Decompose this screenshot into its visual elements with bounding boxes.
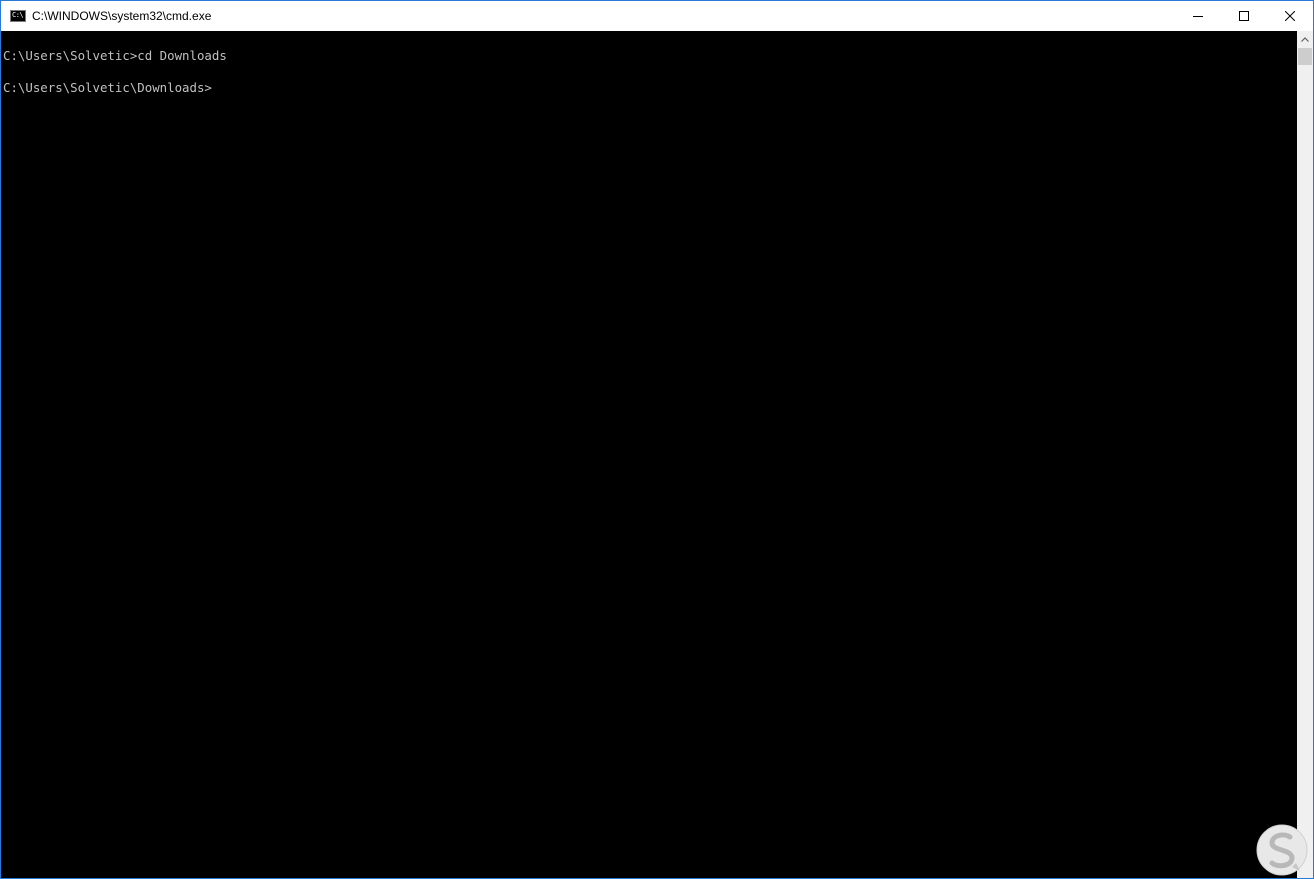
minimize-icon	[1193, 16, 1203, 17]
chevron-up-icon	[1301, 37, 1309, 42]
window-title: C:\WINDOWS\system32\cmd.exe	[32, 9, 212, 23]
console-line: C:\Users\Solvetic>cd Downloads	[3, 48, 227, 63]
cmd-app-icon[interactable]: C:\	[10, 10, 26, 22]
title-bar[interactable]: C:\ C:\WINDOWS\system32\cmd.exe	[1, 1, 1313, 31]
vertical-scrollbar[interactable]	[1297, 31, 1313, 878]
close-icon	[1285, 11, 1295, 21]
maximize-icon	[1239, 11, 1249, 21]
cmd-window: C:\ C:\WINDOWS\system32\cmd.exe C:\Users…	[0, 0, 1314, 879]
console-output[interactable]: C:\Users\Solvetic>cd Downloads C:\Users\…	[1, 31, 1297, 878]
console-prompt: C:\Users\Solvetic\Downloads>	[3, 80, 212, 95]
solvetic-logo-icon	[1256, 824, 1308, 876]
scroll-thumb[interactable]	[1298, 48, 1312, 65]
close-button[interactable]	[1267, 1, 1313, 31]
app-icon-label: C:\	[12, 11, 24, 19]
maximize-button[interactable]	[1221, 1, 1267, 31]
minimize-button[interactable]	[1175, 1, 1221, 31]
scroll-up-button[interactable]	[1297, 31, 1313, 48]
